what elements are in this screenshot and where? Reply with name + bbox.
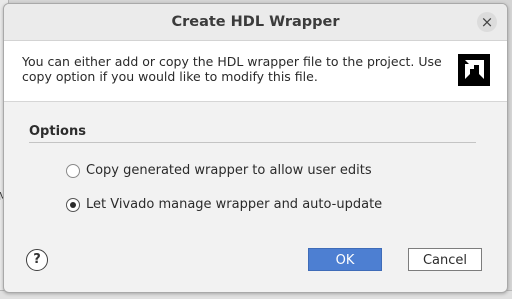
radio-selected-dot: [70, 202, 76, 208]
cancel-button[interactable]: Cancel: [408, 248, 482, 271]
close-icon: ×: [480, 13, 494, 31]
radio-label-manage-wrapper: Let Vivado manage wrapper and auto-updat…: [86, 197, 383, 212]
options-divider: [29, 142, 476, 143]
help-icon: ?: [33, 252, 41, 267]
create-hdl-wrapper-dialog: Create HDL Wrapper × You can either add …: [3, 3, 508, 293]
amd-logo-icon: [458, 54, 490, 86]
radio-button-checked[interactable]: [66, 198, 80, 212]
info-text: You can either add or copy the HDL wrapp…: [22, 54, 442, 84]
close-button[interactable]: ×: [477, 12, 497, 32]
options-heading: Options: [29, 124, 86, 139]
radio-button-unchecked[interactable]: [66, 164, 80, 178]
ok-button[interactable]: OK: [308, 248, 382, 271]
dialog-title: Create HDL Wrapper: [171, 14, 340, 30]
dialog-titlebar[interactable]: Create HDL Wrapper ×: [4, 4, 507, 41]
help-button[interactable]: ?: [26, 249, 48, 271]
radio-label-copy-wrapper: Copy generated wrapper to allow user edi…: [86, 163, 372, 178]
info-panel: You can either add or copy the HDL wrapp…: [4, 41, 507, 102]
